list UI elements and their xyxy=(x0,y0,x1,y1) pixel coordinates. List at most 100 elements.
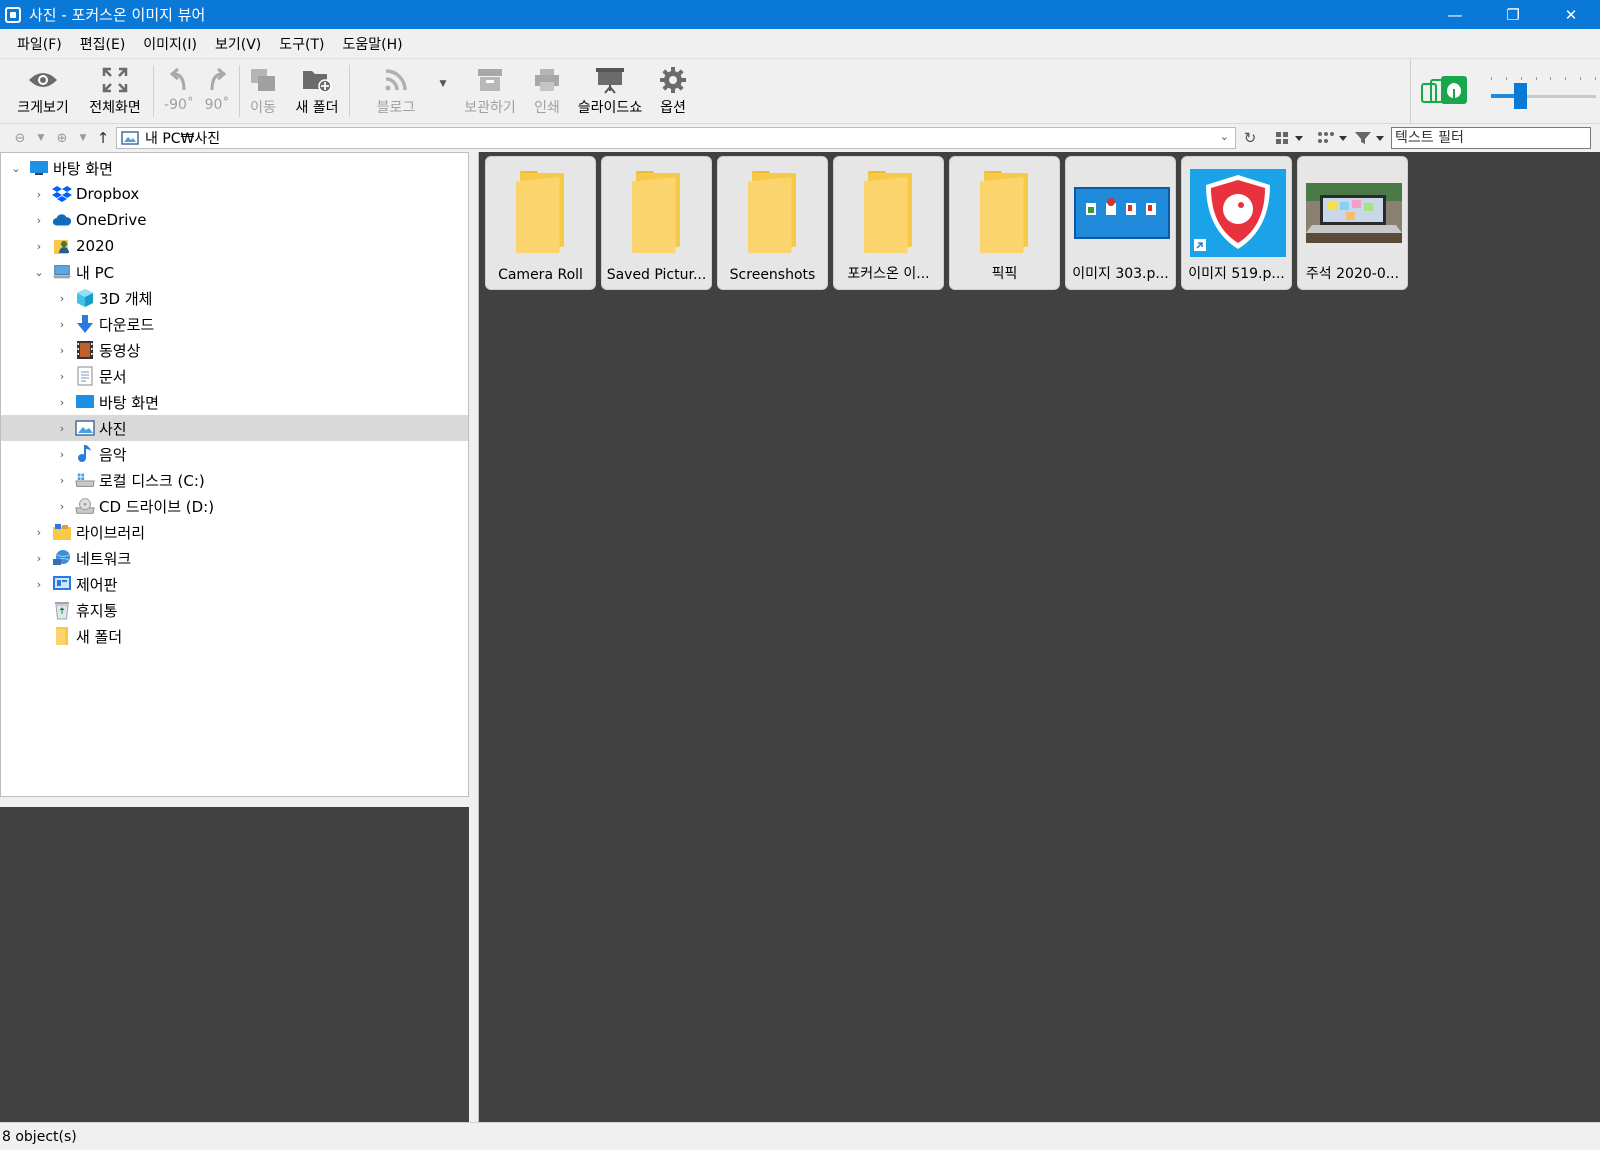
folder-icon xyxy=(863,171,916,253)
tree-item-downloads[interactable]: › 다운로드 xyxy=(1,311,468,337)
tree-item-label: CD 드라이브 (D:) xyxy=(99,497,215,516)
expand-chevron-icon[interactable]: › xyxy=(55,343,69,357)
fullscreen-button[interactable]: 전체화면 xyxy=(83,63,147,121)
refresh-button[interactable]: ↻ xyxy=(1241,129,1259,147)
preview-pane xyxy=(0,807,469,1122)
forward-button[interactable]: ⊕ xyxy=(53,129,71,147)
tree-item-label: OneDrive xyxy=(76,211,147,229)
3d-objects-icon xyxy=(75,289,95,307)
thumbnail-size-icon[interactable] xyxy=(1421,75,1469,109)
expand-chevron-icon[interactable]: › xyxy=(55,447,69,461)
back-history-dropdown[interactable]: ▼ xyxy=(32,129,50,147)
document-icon xyxy=(75,366,95,386)
maximize-button[interactable]: ❐ xyxy=(1484,0,1542,29)
expand-chevron-icon[interactable]: › xyxy=(55,499,69,513)
tree-item-desktop-root[interactable]: ⌄ 바탕 화면 xyxy=(1,155,468,181)
tree-item-dropbox[interactable]: › Dropbox xyxy=(1,181,468,207)
expand-chevron-icon[interactable]: › xyxy=(55,421,69,435)
collapse-chevron-icon[interactable]: ⌄ xyxy=(32,265,46,279)
expand-chevron-icon[interactable]: › xyxy=(32,577,46,591)
image-thumb[interactable]: 이미지 519.p... xyxy=(1181,156,1292,290)
expand-chevron-icon[interactable]: › xyxy=(55,291,69,305)
menu-help[interactable]: 도움말(H) xyxy=(334,34,412,54)
rotate-right-icon xyxy=(206,63,228,97)
network-icon xyxy=(52,549,72,567)
tree-item-recycle-bin[interactable]: 휴지통 xyxy=(1,597,468,623)
expand-chevron-icon[interactable]: › xyxy=(55,369,69,383)
tree-item-music[interactable]: › 음악 xyxy=(1,441,468,467)
zoom-slider-thumb[interactable] xyxy=(1514,83,1527,109)
folder-thumb[interactable]: Screenshots xyxy=(717,156,828,290)
print-button[interactable]: 인쇄 xyxy=(530,63,564,121)
folder-thumb[interactable]: Camera Roll xyxy=(485,156,596,290)
status-bar: 8 object(s) xyxy=(0,1122,1600,1150)
move-icon xyxy=(249,63,277,97)
sort-button[interactable] xyxy=(1316,129,1350,147)
tree-item-pictures[interactable]: › 사진 xyxy=(1,415,468,441)
onedrive-icon xyxy=(52,211,72,229)
up-button[interactable]: ↑ xyxy=(94,129,112,147)
rotate-right-button[interactable]: 90˚ xyxy=(202,63,232,121)
control-panel-icon xyxy=(52,575,72,593)
tree-item-onedrive[interactable]: › OneDrive xyxy=(1,207,468,233)
expand-chevron-icon[interactable]: › xyxy=(32,239,46,253)
tree-item-videos[interactable]: › 동영상 xyxy=(1,337,468,363)
tree-item-new-folder[interactable]: 새 폴더 xyxy=(1,623,468,649)
expand-chevron-icon[interactable]: › xyxy=(32,213,46,227)
folder-thumb[interactable]: 픽픽 xyxy=(949,156,1060,290)
tree-item-my-pc[interactable]: ⌄ 내 PC xyxy=(1,259,468,285)
tree-item-documents[interactable]: › 문서 xyxy=(1,363,468,389)
address-input[interactable]: 내 PC₩사진 ⌄ xyxy=(116,127,1236,149)
rotate-left-button[interactable]: -90˚ xyxy=(162,63,196,121)
expand-chevron-icon[interactable]: › xyxy=(32,187,46,201)
app-icon xyxy=(5,6,21,23)
move-button[interactable]: 이동 xyxy=(246,63,280,121)
folder-thumb[interactable]: Saved Pictur... xyxy=(601,156,712,290)
address-dropdown-icon[interactable]: ⌄ xyxy=(1220,130,1229,143)
text-filter-input[interactable]: 텍스트 필터 xyxy=(1391,127,1591,149)
tree-item-control-panel[interactable]: › 제어판 xyxy=(1,571,468,597)
tree-expander xyxy=(32,603,46,617)
menu-image[interactable]: 이미지(I) xyxy=(134,34,206,54)
user-folder-icon xyxy=(52,237,72,255)
laptop-photo-image xyxy=(1305,183,1402,243)
forward-history-dropdown[interactable]: ▼ xyxy=(74,129,92,147)
tree-item-label: 바탕 화면 xyxy=(99,393,159,412)
expand-chevron-icon[interactable]: › xyxy=(55,317,69,331)
options-button[interactable]: 옵션 xyxy=(656,63,690,121)
new-folder-button[interactable]: 새 폴더 xyxy=(292,63,342,121)
menu-view[interactable]: 보기(V) xyxy=(206,34,270,54)
close-button[interactable]: ✕ xyxy=(1542,0,1600,29)
tree-item-desktop[interactable]: › 바탕 화면 xyxy=(1,389,468,415)
menu-file[interactable]: 파일(F) xyxy=(8,34,71,54)
item-caption: Camera Roll xyxy=(498,267,583,283)
slideshow-button[interactable]: 슬라이드쇼 xyxy=(572,63,648,121)
minimize-button[interactable]: — xyxy=(1426,0,1484,29)
library-icon xyxy=(52,523,72,541)
tree-item-local-disk[interactable]: › 로컬 디스크 (C:) xyxy=(1,467,468,493)
rotate-right-label: 90˚ xyxy=(204,97,230,113)
image-thumb[interactable]: 주석 2020-0... xyxy=(1297,156,1408,290)
expand-chevron-icon[interactable]: › xyxy=(32,525,46,539)
menu-tools[interactable]: 도구(T) xyxy=(270,34,333,54)
tree-item-label: 3D 개체 xyxy=(99,289,153,308)
collapse-chevron-icon[interactable]: ⌄ xyxy=(9,161,23,175)
image-thumb[interactable]: 이미지 303.p... xyxy=(1065,156,1176,290)
expand-chevron-icon[interactable]: › xyxy=(55,473,69,487)
blog-button[interactable]: 블로그 xyxy=(372,63,420,121)
archive-button[interactable]: 보관하기 xyxy=(460,63,520,121)
up-arrow-icon: ↑ xyxy=(96,129,110,147)
menu-edit[interactable]: 편집(E) xyxy=(71,34,135,54)
tree-item-2020[interactable]: › 2020 xyxy=(1,233,468,259)
back-button[interactable]: ⊖ xyxy=(11,129,29,147)
expand-chevron-icon[interactable]: › xyxy=(32,551,46,565)
tree-item-libraries[interactable]: › 라이브러리 xyxy=(1,519,468,545)
tree-item-network[interactable]: › 네트워크 xyxy=(1,545,468,571)
tree-item-cd-drive[interactable]: › CD 드라이브 (D:) xyxy=(1,493,468,519)
view-large-button[interactable]: 크게보기 xyxy=(12,63,74,121)
tree-item-3d-objects[interactable]: › 3D 개체 xyxy=(1,285,468,311)
filter-button[interactable] xyxy=(1353,129,1387,147)
view-mode-button[interactable] xyxy=(1274,129,1308,147)
folder-thumb[interactable]: 포커스온 이... xyxy=(833,156,944,290)
expand-chevron-icon[interactable]: › xyxy=(55,395,69,409)
